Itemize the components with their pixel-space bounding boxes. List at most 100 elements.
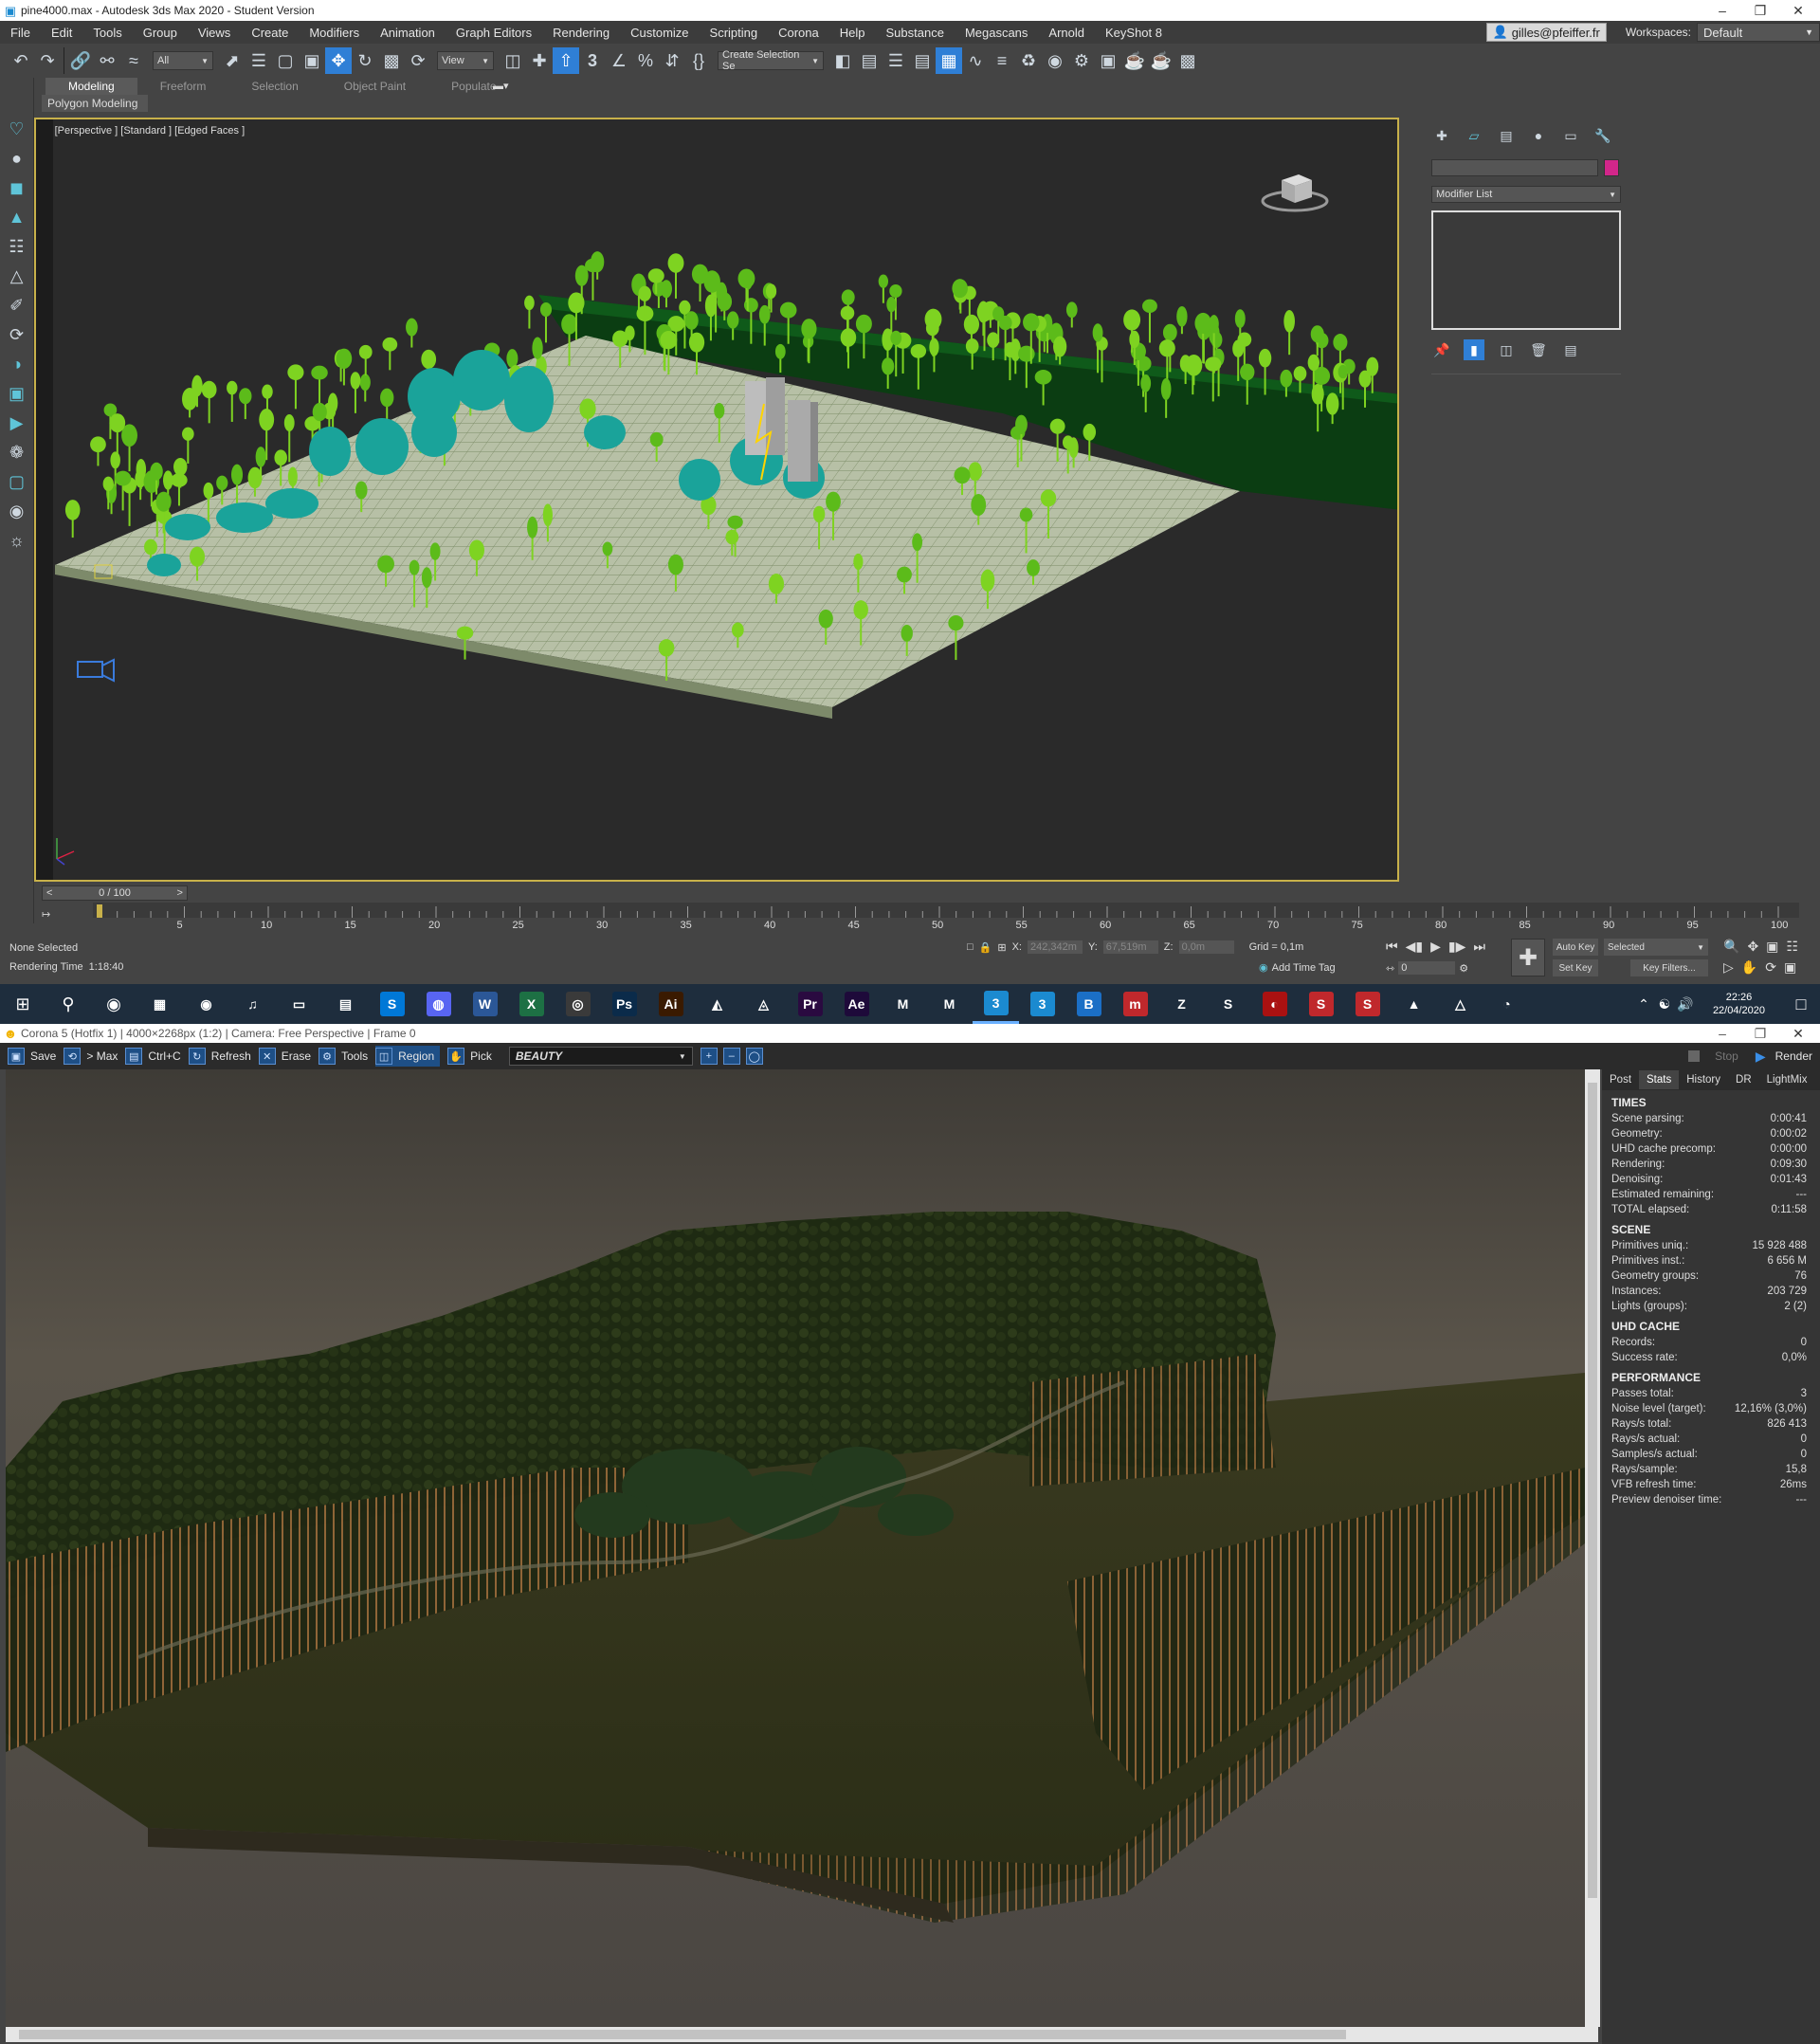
network-icon[interactable]: ☯ [1654,994,1675,1014]
zbrush-taskbar-icon[interactable]: Z [1158,984,1205,1024]
horizontal-scroll-thumb[interactable] [19,2030,1346,2039]
y-field[interactable]: 67,519m [1102,940,1158,954]
corona-tab-stats[interactable]: Stats [1639,1070,1680,1089]
3dsmax2-taskbar-icon[interactable]: 3 [1019,984,1065,1024]
modifier-list-select[interactable]: Modifier List ▼ [1431,186,1621,203]
snap-3d-icon[interactable]: 3 [579,47,606,74]
blender-taskbar-icon[interactable]: B [1065,984,1112,1024]
menu-animation[interactable]: Animation [370,26,446,40]
select-object-icon[interactable]: ⬈ [219,47,246,74]
menu-substance[interactable]: Substance [876,26,955,40]
layer-explorer-icon[interactable]: ☰ [883,47,909,74]
redshift-taskbar-icon[interactable]: ◐ [1251,984,1298,1024]
vertical-scrollbar[interactable] [1585,1069,1600,2027]
auto-key-button[interactable]: Auto Key [1553,939,1598,956]
undo-icon[interactable]: ↶ [8,47,34,74]
frame-spinner[interactable]: ⇿ 0 ⚙ [1386,961,1468,975]
absolute-mode-icon[interactable]: ⊞ [997,941,1006,954]
render-icon[interactable]: ▶ [4,410,30,436]
pin-stack-icon[interactable]: 📌 [1431,339,1452,360]
box-icon[interactable]: ▢ [4,468,30,495]
mirror-icon[interactable]: ◧ [829,47,856,74]
select-manipulate-icon[interactable]: ✚ [526,47,553,74]
erase-button[interactable]: ✕ Erase [258,1046,311,1067]
redo-icon[interactable]: ↷ [34,47,61,74]
x-field[interactable]: 242,342m [1027,940,1083,954]
substance-designer-taskbar-icon[interactable]: S [1298,984,1344,1024]
time-slider[interactable]: < 0 / 100 > [42,885,188,901]
menu-create[interactable]: Create [241,26,299,40]
max-button[interactable]: ⟲ > Max [64,1046,118,1067]
modify-tab-icon[interactable]: ▱ [1464,125,1484,146]
volume-icon[interactable]: 🔊 [1675,994,1696,1014]
render-button[interactable]: ▶ Render [1756,1049,1812,1065]
affinity-taskbar-icon[interactable]: ◭ [694,984,740,1024]
mari-taskbar-icon[interactable]: m [1112,984,1158,1024]
substance-taskbar-icon[interactable]: S [1205,984,1251,1024]
notifications-icon[interactable]: □ [1782,991,1820,1017]
aftereffects-taskbar-icon[interactable]: Ae [833,984,880,1024]
save-button[interactable]: ▣ Save [8,1046,56,1067]
render-production-icon[interactable]: ☕ [1121,47,1148,74]
menu-corona[interactable]: Corona [768,26,829,40]
excel-taskbar-icon[interactable]: X [508,984,555,1024]
go-start-icon[interactable]: ⏮ [1386,939,1398,955]
quicksilver-icon[interactable]: ▩ [1174,47,1201,74]
menu-modifiers[interactable]: Modifiers [299,26,370,40]
houdini-taskbar-icon[interactable]: ▲ [1391,984,1437,1024]
key-selected-select[interactable]: Selected ▼ [1604,939,1708,956]
create-tab-icon[interactable]: ✚ [1431,125,1452,146]
angle-snap-icon[interactable]: ∠ [606,47,632,74]
make-unique-icon[interactable]: ◫ [1496,339,1517,360]
vertical-scroll-thumb[interactable] [1588,1083,1597,1898]
list-icon[interactable]: ☷ [4,233,30,260]
stop-button[interactable]: Stop [1688,1049,1738,1063]
menu-keyshot-8[interactable]: KeyShot 8 [1095,26,1173,40]
menu-group[interactable]: Group [133,26,188,40]
curve-editor-icon[interactable]: ∿ [962,47,989,74]
designer-taskbar-icon[interactable]: ◬ [740,984,787,1024]
chevron-right-icon[interactable]: > [173,887,187,899]
close-icon[interactable]: ✕ [1788,0,1809,21]
play-icon[interactable]: ▶ [1430,939,1441,955]
maya-taskbar-icon[interactable]: M [880,984,926,1024]
add-time-tag[interactable]: ◉ Add Time Tag [1259,961,1336,975]
corona-tab-history[interactable]: History [1679,1070,1728,1089]
menu-graph-editors[interactable]: Graph Editors [446,26,542,40]
eye-icon[interactable]: ◉ [4,498,30,524]
selection-filter[interactable]: All ▼ [153,51,213,70]
rotate-icon[interactable]: ↻ [352,47,378,74]
menu-edit[interactable]: Edit [41,26,82,40]
teapot-icon[interactable]: ◑ [4,351,30,377]
menu-arnold[interactable]: Arnold [1038,26,1095,40]
ribbon-toggle-icon[interactable]: ▤ [909,47,936,74]
modifier-icon[interactable]: △ [4,263,30,289]
isolate-icon[interactable]: □ [967,941,974,953]
keyboard-shortcut-icon[interactable]: ⇧ [553,47,579,74]
zoom-in-button[interactable]: + [700,1046,723,1067]
orbit-icon[interactable]: ⟳ [1765,959,1776,976]
unlink-icon[interactable]: ⚯ [94,47,120,74]
prev-frame-icon[interactable]: ◀▮ [1406,939,1423,955]
horizontal-scrollbar[interactable] [6,2027,1598,2042]
window-crossing-icon[interactable]: ▣ [299,47,325,74]
material-editor-icon[interactable]: ◉ [1042,47,1068,74]
ribbon-tab-freeform[interactable]: Freeform [137,78,229,95]
object-name-input[interactable] [1431,159,1598,176]
mudbox-taskbar-icon[interactable]: M [926,984,973,1024]
scene-explorer-icon[interactable]: ▦ [936,47,962,74]
rect-selection-icon[interactable]: ▢ [272,47,299,74]
menu-views[interactable]: Views [188,26,241,40]
substance-painter-taskbar-icon[interactable]: S [1344,984,1391,1024]
corona-tab-post[interactable]: Post [1602,1070,1639,1089]
menu-customize[interactable]: Customize [620,26,699,40]
schematic-view-icon[interactable]: ♻ [1015,47,1042,74]
zoom-fit-button[interactable]: ◯ [745,1046,769,1067]
render-iterative-icon[interactable]: ☕ [1148,47,1174,74]
chevron-left-icon[interactable]: < [43,887,56,899]
3dsmax-taskbar-icon[interactable]: 3 [973,984,1019,1024]
menu-help[interactable]: Help [829,26,876,40]
close-icon[interactable]: ✕ [1788,1023,1809,1044]
calculator-taskbar-icon[interactable]: ▦ [136,984,183,1024]
show-end-result-icon[interactable]: ▮ [1464,339,1484,360]
